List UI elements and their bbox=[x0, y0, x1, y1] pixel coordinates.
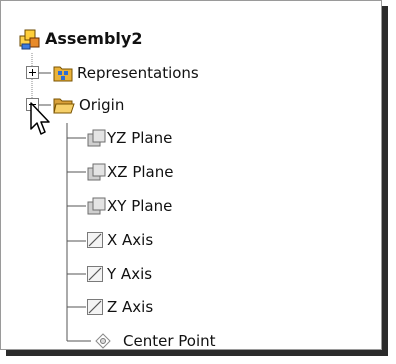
tree-node-x-axis[interactable]: X Axis bbox=[87, 224, 153, 256]
tree-node-xy-plane[interactable]: XY Plane bbox=[87, 190, 172, 222]
representations-icon bbox=[53, 63, 73, 83]
assembly-icon bbox=[19, 28, 41, 50]
tree-node-origin[interactable]: Origin bbox=[53, 89, 124, 121]
tree-node-y-axis[interactable]: Y Axis bbox=[87, 258, 152, 290]
tree-node-label: YZ Plane bbox=[107, 129, 173, 147]
tree-node-representations[interactable]: Representations bbox=[53, 57, 199, 89]
tree-node-yz-plane[interactable]: YZ Plane bbox=[87, 122, 172, 154]
tree-node-label: Center Point bbox=[123, 332, 216, 350]
axis-icon bbox=[87, 232, 103, 248]
tree-root-label: Assembly2 bbox=[45, 29, 143, 48]
folder-open-icon bbox=[53, 96, 75, 114]
axis-icon bbox=[87, 299, 103, 315]
tree-node-label: Origin bbox=[79, 96, 125, 114]
tree-node-label: XZ Plane bbox=[107, 163, 174, 181]
point-icon bbox=[95, 333, 111, 349]
browser-panel: Assembly2 Representations Origin YZ Plan… bbox=[0, 0, 382, 350]
tree-node-xz-plane[interactable]: XZ Plane bbox=[87, 156, 173, 188]
tree-node-label: XY Plane bbox=[107, 197, 173, 215]
plane-icon bbox=[87, 129, 107, 147]
mouse-cursor-icon bbox=[29, 101, 53, 137]
plane-icon bbox=[87, 197, 107, 215]
tree-node-label: Z Axis bbox=[107, 298, 154, 316]
tree-node-label: X Axis bbox=[107, 231, 154, 249]
expand-plus-icon[interactable] bbox=[26, 66, 39, 79]
tree-node-label: Representations bbox=[77, 64, 199, 82]
plane-icon bbox=[87, 163, 107, 181]
axis-icon bbox=[87, 266, 103, 282]
tree-node-center-point[interactable]: Center Point bbox=[95, 325, 216, 350]
tree-node-z-axis[interactable]: Z Axis bbox=[87, 291, 153, 323]
tree-node-label: Y Axis bbox=[107, 265, 153, 283]
tree-root-assembly[interactable]: Assembly2 bbox=[19, 23, 142, 55]
